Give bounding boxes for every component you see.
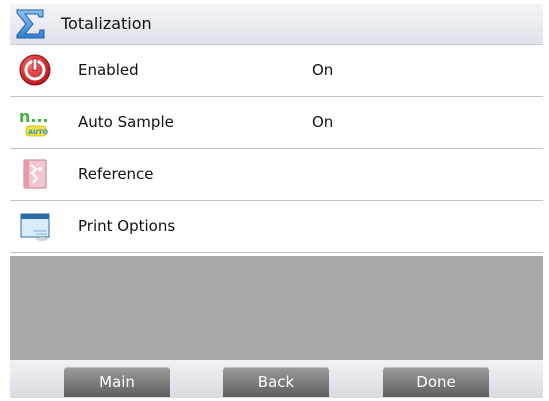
footer-bar: Main Back Done bbox=[10, 360, 543, 398]
title-bar: Totalization bbox=[10, 4, 543, 45]
menu-item-reference[interactable]: Reference bbox=[10, 149, 543, 201]
reference-book-icon bbox=[23, 159, 47, 189]
menu-item-label: Reference bbox=[78, 165, 154, 183]
auto-sample-icon: n... AUTO bbox=[19, 107, 49, 137]
main-button[interactable]: Main bbox=[64, 367, 170, 397]
menu-item-print-options[interactable]: Print Options bbox=[10, 201, 543, 253]
menu-item-label: Print Options bbox=[78, 217, 176, 235]
done-button[interactable]: Done bbox=[383, 367, 489, 397]
menu-item-label: Auto Sample bbox=[78, 113, 174, 131]
menu-item-value: On bbox=[312, 113, 334, 131]
power-icon bbox=[19, 54, 51, 86]
menu-list: Enabled On n... AUTO Auto Sample On Refe… bbox=[10, 45, 543, 253]
empty-area bbox=[10, 256, 543, 360]
sigma-icon bbox=[16, 9, 45, 39]
totalization-screen: Totalization Enabled On n... AUTO Auto S… bbox=[0, 0, 549, 401]
menu-item-label: Enabled bbox=[78, 61, 139, 79]
auto-sample-icon-n: n... bbox=[19, 107, 49, 126]
menu-item-enabled[interactable]: Enabled On bbox=[10, 45, 543, 97]
auto-sample-icon-auto: AUTO bbox=[28, 128, 49, 136]
back-button[interactable]: Back bbox=[223, 367, 329, 397]
menu-item-value: On bbox=[312, 61, 334, 79]
menu-item-auto-sample[interactable]: n... AUTO Auto Sample On bbox=[10, 97, 543, 149]
print-options-icon bbox=[20, 213, 50, 241]
page-title: Totalization bbox=[61, 14, 152, 33]
